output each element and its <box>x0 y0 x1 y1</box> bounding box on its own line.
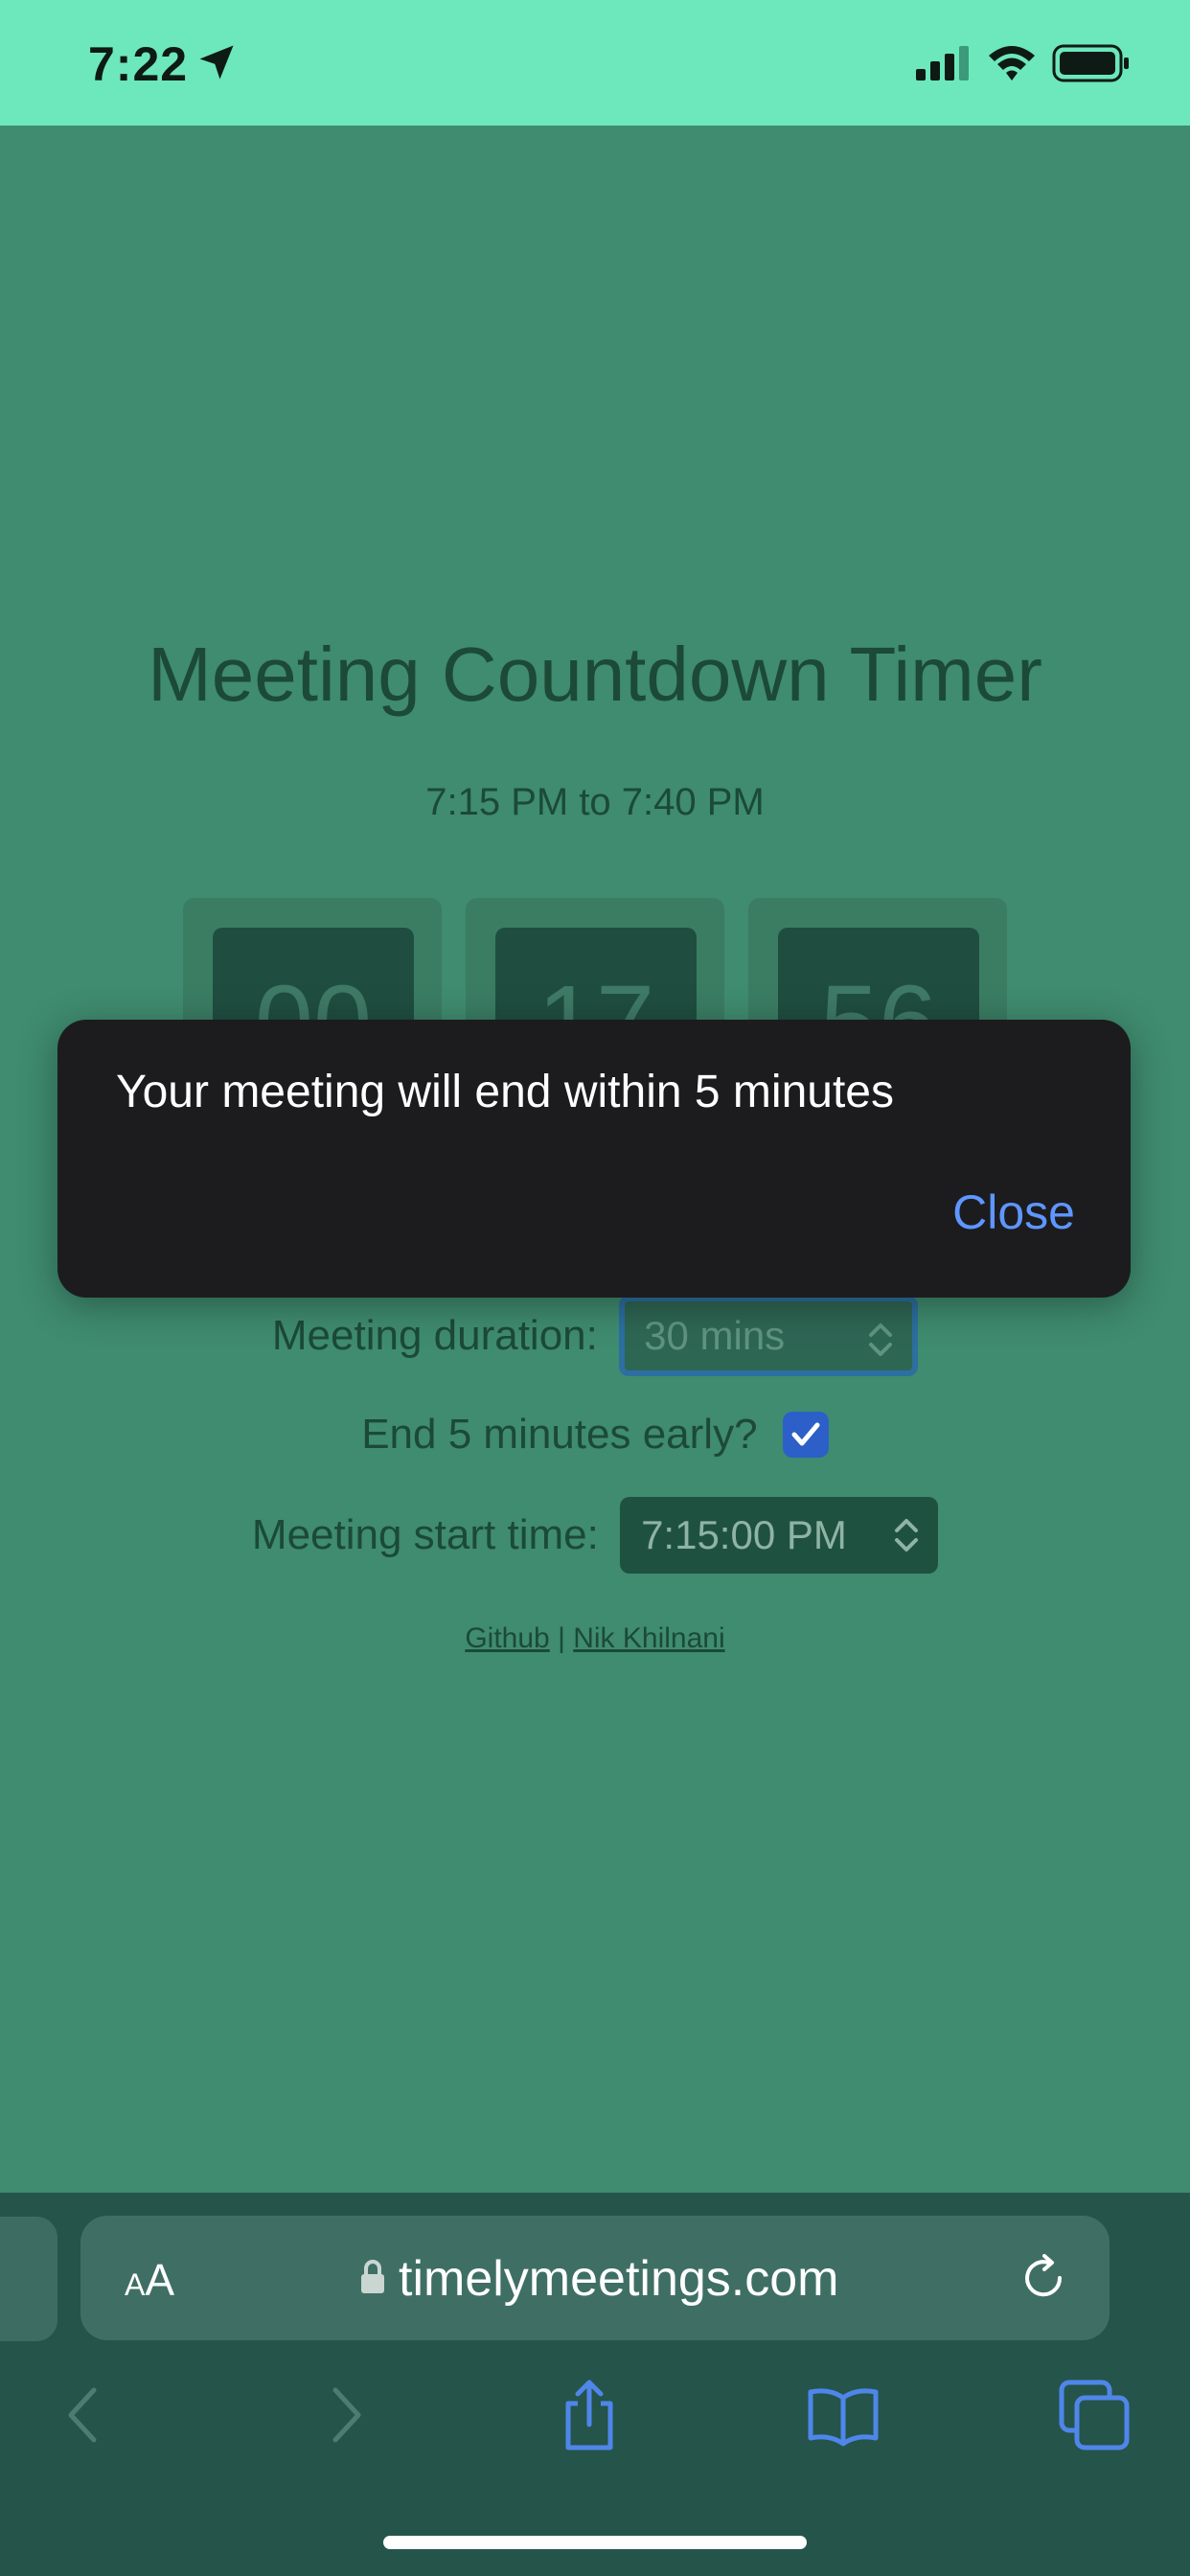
meeting-time-range: 7:15 PM to 7:40 PM <box>425 781 765 823</box>
home-indicator <box>383 2536 807 2549</box>
wifi-icon <box>989 46 1035 80</box>
time-chevrons-icon <box>895 1519 919 1552</box>
reload-icon[interactable] <box>1018 2252 1069 2304</box>
forward-icon[interactable] <box>305 2377 381 2453</box>
github-link[interactable]: Github <box>465 1622 549 1654</box>
select-chevrons-icon <box>869 1323 893 1356</box>
alert-close-button[interactable]: Close <box>952 1184 1075 1240</box>
footer-links: Github | Nik Khilnani <box>0 1622 1190 1655</box>
tabs-icon[interactable] <box>1056 2377 1133 2453</box>
alert-dialog: Your meeting will end within 5 minutes C… <box>57 1020 1131 1298</box>
page-title: Meeting Countdown Timer <box>148 632 1042 717</box>
lock-icon <box>361 2260 384 2293</box>
share-icon[interactable] <box>551 2377 628 2453</box>
address-bar[interactable]: AA timelymeetings.com <box>80 2216 1110 2340</box>
meeting-start-row: Meeting start time: 7:15:00 PM <box>0 1497 1190 1574</box>
end-early-row: End 5 minutes early? <box>0 1409 1190 1459</box>
meeting-start-time-value: 7:15:00 PM <box>641 1512 847 1557</box>
location-arrow-icon <box>199 45 234 80</box>
end-early-label: End 5 minutes early? <box>361 1411 758 1459</box>
end-early-checkbox[interactable] <box>782 1412 829 1459</box>
author-link[interactable]: Nik Khilnani <box>573 1622 724 1654</box>
url-text: timelymeetings.com <box>399 2251 839 2307</box>
text-size-button[interactable]: AA <box>125 2254 174 2306</box>
status-time: 7:22 <box>88 37 189 91</box>
meeting-start-label: Meeting start time: <box>251 1511 599 1558</box>
meeting-duration-value: 30 mins <box>644 1313 786 1358</box>
previous-tab-preview[interactable] <box>0 2217 57 2341</box>
battery-icon <box>1052 44 1129 82</box>
footer-separator: | <box>558 1622 565 1654</box>
meeting-duration-select[interactable]: 30 mins <box>619 1296 919 1376</box>
signal-icon <box>916 46 969 80</box>
meeting-duration-label: Meeting duration: <box>271 1312 598 1359</box>
status-bar: 7:22 <box>0 0 1190 126</box>
meeting-duration-row: Meeting duration: 30 mins <box>0 1296 1190 1376</box>
back-icon[interactable] <box>48 2377 125 2453</box>
bookmarks-icon[interactable] <box>805 2377 881 2453</box>
alert-message: Your meeting will end within 5 minutes <box>116 1067 894 1117</box>
meeting-start-time-input[interactable]: 7:15:00 PM <box>620 1497 939 1574</box>
checkmark-icon <box>791 1422 820 1446</box>
